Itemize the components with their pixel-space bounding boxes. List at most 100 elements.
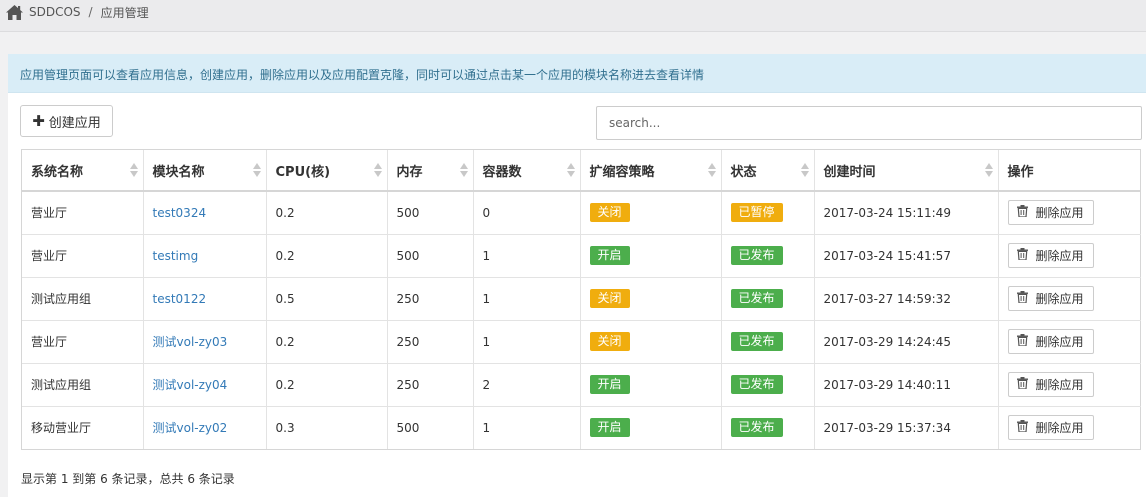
cell-created: 2017-03-29 15:37:34 (814, 406, 999, 449)
sort-icon[interactable] (566, 163, 575, 177)
trash-icon (1017, 291, 1035, 306)
cell-system: 移动营业厅 (22, 406, 144, 449)
cell-created: 2017-03-27 14:59:32 (814, 277, 999, 321)
status-badge: 已暂停 (730, 203, 783, 223)
delete-app-label: 删除应用 (1035, 292, 1084, 306)
cell-created: 2017-03-29 14:40:11 (814, 363, 999, 407)
scaling-badge: 开启 (589, 246, 630, 265)
column-header[interactable]: 内存 (387, 150, 474, 192)
column-header[interactable]: CPU(核) (266, 150, 388, 192)
scaling-badge: 开启 (589, 375, 630, 394)
breadcrumb-separator: / (88, 5, 93, 19)
cell-memory: 250 (387, 320, 474, 364)
cell-cpu: 0.2 (266, 320, 388, 364)
sort-icon[interactable] (459, 163, 468, 177)
home-icon[interactable] (6, 4, 23, 20)
delete-app-label: 删除应用 (1035, 249, 1084, 263)
cell-containers: 1 (473, 277, 581, 321)
cell-cpu: 0.2 (266, 363, 388, 407)
cell-containers: 1 (473, 320, 581, 364)
table-row: 测试应用组 测试vol-zy04 0.2 250 2 开启 已发布 2017-03-29 14… (22, 363, 1141, 407)
sort-icon[interactable] (252, 163, 261, 177)
column-header[interactable]: 系统名称 (22, 150, 144, 192)
sort-icon[interactable] (129, 163, 138, 177)
delete-app-button[interactable]: 删除应用 (1007, 329, 1094, 354)
pagination-summary: 显示第 1 到第 6 条记录，总共 6 条记录 (21, 472, 235, 486)
column-header[interactable]: 创建时间 (814, 150, 999, 192)
create-app-button[interactable]: ✚ 创建应用 (20, 105, 113, 137)
table-row: 营业厅 test0324 0.2 500 0 关闭 已暂停 2017-03-24 15:11:… (22, 191, 1141, 235)
trash-icon (1017, 205, 1035, 220)
status-badge: 已发布 (730, 418, 783, 438)
table-header-row: 系统名称 模块名称 CPU(核) 内存 容器数 扩缩容策略 状态 创建时间 操作 (22, 150, 1141, 192)
info-alert: 应用管理页面可以查看应用信息，创建应用，删除应用以及应用配置克隆，同时可以通过点… (8, 54, 1146, 93)
table-row: 营业厅 测试vol-zy03 0.2 250 1 关闭 已发布 2017-03-29 14:2… (22, 320, 1141, 364)
sort-icon[interactable] (800, 163, 809, 177)
sort-icon[interactable] (984, 163, 993, 177)
scaling-badge: 关闭 (589, 332, 630, 351)
cell-system: 营业厅 (22, 234, 144, 278)
cell-containers: 1 (473, 406, 581, 449)
breadcrumb: SDDCOS / 应用管理 (6, 3, 149, 21)
status-badge: 已发布 (730, 375, 783, 394)
cell-created: 2017-03-24 15:41:57 (814, 234, 999, 278)
table-row: 营业厅 testimg 0.2 500 1 开启 已发布 2017-03-24 15:41:5… (22, 234, 1141, 278)
trash-icon (1017, 377, 1035, 392)
main-panel: 应用管理页面可以查看应用信息，创建应用，删除应用以及应用配置克隆，同时可以通过点… (8, 54, 1146, 497)
column-header[interactable]: 容器数 (473, 150, 581, 192)
trash-icon (1017, 334, 1035, 349)
status-badge: 已发布 (730, 246, 783, 265)
module-name-link[interactable]: testimg (153, 249, 199, 263)
module-name-link[interactable]: 测试vol-zy02 (153, 421, 228, 435)
delete-app-label: 删除应用 (1035, 421, 1084, 436)
cell-system: 测试应用组 (22, 277, 144, 321)
delete-app-button[interactable]: 删除应用 (1007, 372, 1094, 397)
module-name-link[interactable]: test0122 (153, 292, 207, 306)
table-row: 测试应用组 test0122 0.5 250 1 关闭 已发布 2017-03-27 14:5… (22, 277, 1141, 321)
cell-containers: 1 (473, 234, 581, 278)
cell-containers: 0 (473, 191, 581, 235)
cell-system: 测试应用组 (22, 363, 144, 407)
table-row: 移动营业厅 测试vol-zy02 0.3 500 1 开启 已发布 2017-03-29 15… (22, 406, 1141, 449)
delete-app-label: 删除应用 (1035, 335, 1084, 349)
cell-memory: 250 (387, 363, 474, 407)
delete-app-button[interactable]: 删除应用 (1007, 415, 1094, 441)
cell-containers: 2 (473, 363, 581, 407)
breadcrumb-current: 应用管理 (100, 5, 149, 20)
trash-icon (1017, 248, 1035, 263)
delete-app-button[interactable]: 删除应用 (1007, 286, 1094, 311)
cell-memory: 500 (387, 191, 474, 235)
breadcrumb-home-link[interactable]: SDDCOS (29, 5, 81, 19)
column-header: 操作 (998, 150, 1141, 192)
sort-icon[interactable] (707, 163, 716, 177)
cell-cpu: 0.3 (266, 406, 388, 449)
search-input[interactable] (596, 106, 1142, 140)
create-app-label: 创建应用 (48, 115, 101, 131)
cell-system: 营业厅 (22, 320, 144, 364)
delete-app-label: 删除应用 (1035, 206, 1084, 221)
column-header[interactable]: 模块名称 (143, 150, 267, 192)
scaling-badge: 关闭 (589, 289, 630, 308)
trash-icon (1017, 420, 1035, 435)
delete-app-button[interactable]: 删除应用 (1007, 200, 1094, 226)
column-header[interactable]: 扩缩容策略 (580, 150, 722, 192)
top-bar: SDDCOS / 应用管理 (0, 0, 1146, 32)
module-name-link[interactable]: test0324 (153, 206, 207, 220)
cell-cpu: 0.2 (266, 191, 388, 235)
delete-app-label: 删除应用 (1035, 378, 1084, 392)
column-header[interactable]: 状态 (721, 150, 815, 192)
scaling-badge: 开启 (589, 418, 630, 438)
plus-icon: ✚ (32, 111, 45, 130)
module-name-link[interactable]: 测试vol-zy04 (153, 378, 228, 392)
cell-cpu: 0.2 (266, 234, 388, 278)
sort-icon[interactable] (373, 163, 382, 177)
scaling-badge: 关闭 (589, 203, 630, 223)
app-table: 系统名称 模块名称 CPU(核) 内存 容器数 扩缩容策略 状态 创建时间 操作… (21, 149, 1141, 450)
status-badge: 已发布 (730, 332, 783, 351)
cell-cpu: 0.5 (266, 277, 388, 321)
cell-memory: 250 (387, 277, 474, 321)
cell-created: 2017-03-29 14:24:45 (814, 320, 999, 364)
delete-app-button[interactable]: 删除应用 (1007, 243, 1094, 268)
module-name-link[interactable]: 测试vol-zy03 (153, 335, 228, 349)
cell-created: 2017-03-24 15:11:49 (814, 191, 999, 235)
